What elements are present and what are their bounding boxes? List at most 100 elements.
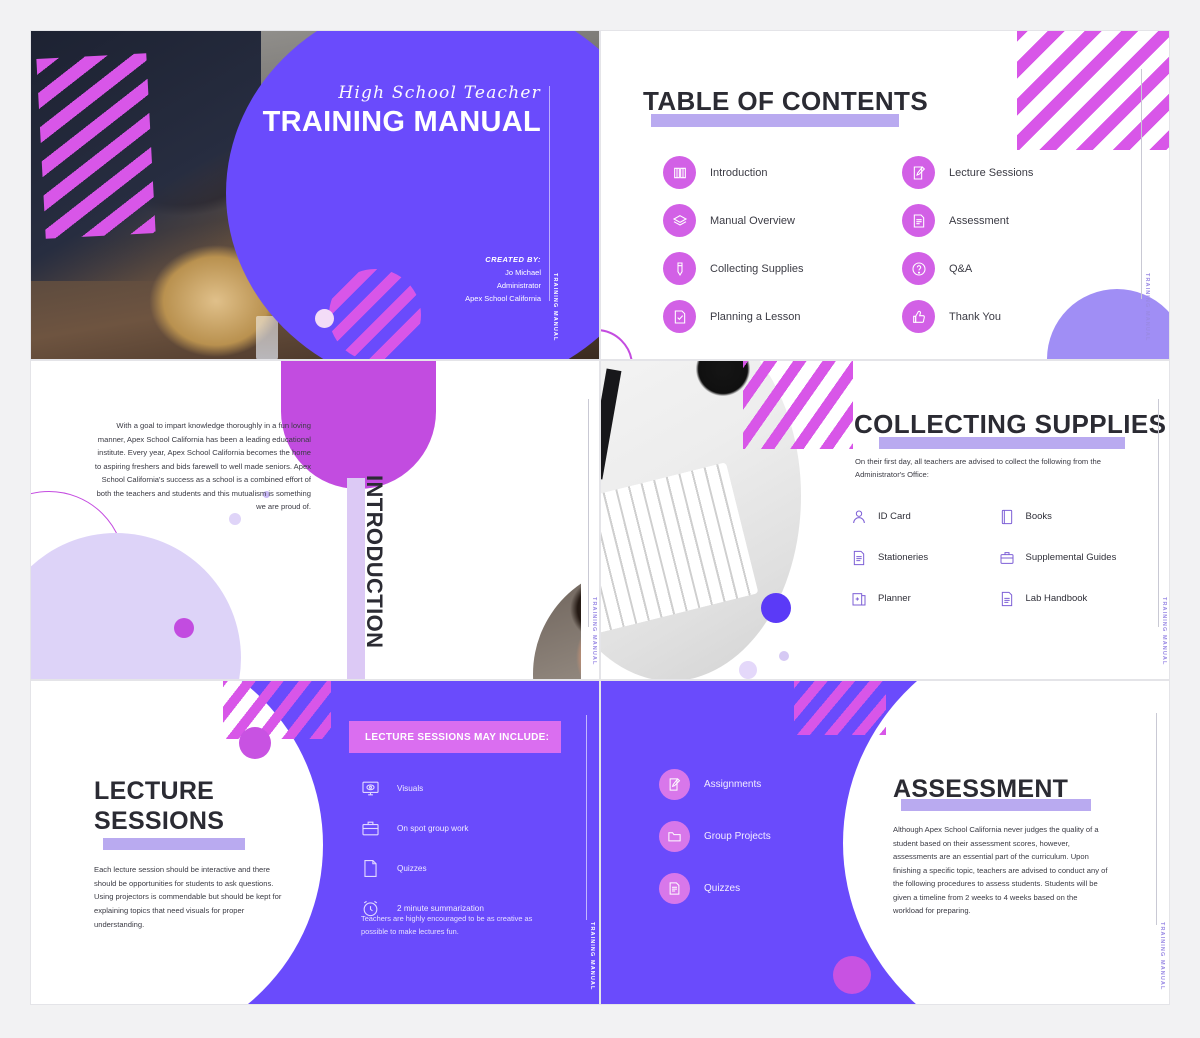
teacher-photo-frame (381, 463, 581, 679)
toc-item-thank-you[interactable]: Thank You (902, 300, 1123, 333)
created-by-label: CREATED BY: (485, 255, 541, 264)
side-label: TRAINING MANUAL (1144, 272, 1150, 341)
magenta-dot-decoration (239, 727, 271, 759)
folder-icon (659, 821, 690, 852)
toc-item-assessment[interactable]: Assessment (902, 204, 1123, 237)
slide-assessment[interactable]: Assignments Group Projects Quizzes ASSES… (600, 680, 1170, 1005)
side-label: TRAINING MANUAL (1159, 921, 1165, 990)
toc-item-introduction[interactable]: Introduction (663, 156, 884, 189)
toc-item-qa[interactable]: Q&A (902, 252, 1123, 285)
pencil-icon (663, 252, 696, 285)
monitor-eye-icon (361, 779, 380, 798)
assessment-item-label: Group Projects (704, 831, 771, 842)
subtitle-script: High School Teacher (338, 83, 541, 103)
slide-title[interactable]: High School Teacher TRAINING MANUAL CREA… (30, 30, 600, 360)
assessment-items-list: Assignments Group Projects Quizzes (659, 769, 771, 904)
glass-object (256, 316, 278, 359)
toc-item-label: Collecting Supplies (710, 262, 804, 275)
lecture-item-quizzes[interactable]: Quizzes (361, 859, 571, 878)
author-role: Administrator (496, 281, 541, 291)
side-label: TRAINING MANUAL (552, 272, 558, 341)
side-label: TRAINING MANUAL (591, 596, 597, 665)
vertical-divider (588, 399, 589, 627)
supply-item-supplemental-guides[interactable]: Supplemental Guides (999, 550, 1137, 569)
toc-item-label: Introduction (710, 166, 768, 179)
magenta-dot-decoration (174, 618, 194, 638)
supply-item-label: Books (1025, 511, 1052, 522)
supply-item-stationeries[interactable]: Stationeries (851, 550, 989, 569)
lecture-item-label: Visuals (397, 784, 424, 793)
pale-dot-decoration (739, 661, 757, 679)
supply-item-id-card[interactable]: ID Card (851, 509, 989, 528)
slide-lecture-sessions[interactable]: LECTURE SESSIONS Each lecture session sh… (30, 680, 600, 1005)
slide-table-of-contents[interactable]: TABLE OF CONTENTS Introduction Lecture S… (600, 30, 1170, 360)
ring-decoration (601, 329, 633, 359)
page-title-line1: LECTURE (94, 777, 215, 805)
briefcase-icon (999, 550, 1015, 569)
toc-item-label: Assessment (949, 214, 1009, 227)
toc-item-lecture-sessions[interactable]: Lecture Sessions (902, 156, 1123, 189)
heading-underline-bar (103, 838, 245, 850)
lecture-item-visuals[interactable]: Visuals (361, 779, 571, 798)
assessment-body-text: Although Apex School California never ju… (893, 825, 1108, 916)
vertical-divider (549, 86, 550, 301)
lecture-item-group-work[interactable]: On spot group work (361, 819, 571, 838)
side-label: TRAINING MANUAL (1161, 596, 1167, 665)
lecture-item-label: On spot group work (397, 824, 469, 833)
vertical-divider (1158, 399, 1159, 627)
document-lines-icon (851, 550, 867, 569)
keyboard-object (601, 462, 759, 655)
toc-item-label: Q&A (949, 262, 973, 275)
lecture-note-text: Teachers are highly encouraged to be as … (361, 914, 533, 936)
page-icon (361, 859, 380, 878)
diagonal-stripes-decoration (794, 681, 886, 735)
book-open-icon (663, 156, 696, 189)
supply-item-lab-handbook[interactable]: Lab Handbook (999, 591, 1137, 610)
lecture-item-label: Quizzes (397, 864, 427, 873)
lecture-item-label: 2 minute summarization (397, 904, 484, 913)
supply-item-label: ID Card (878, 511, 911, 522)
toc-list: Introduction Lecture Sessions Manual Ove… (663, 156, 1123, 333)
toc-item-manual-overview[interactable]: Manual Overview (663, 204, 884, 237)
slide-collecting-supplies[interactable]: COLLECTING SUPPLIES On their first day, … (600, 360, 1170, 680)
handbook-icon (999, 591, 1015, 610)
assessment-item-assignments[interactable]: Assignments (659, 769, 771, 800)
diagonal-stripes-decoration (223, 681, 331, 739)
pale-dot-decoration (315, 309, 334, 328)
layers-icon (663, 204, 696, 237)
assessment-item-quizzes[interactable]: Quizzes (659, 873, 771, 904)
magenta-dot-decoration (833, 956, 871, 994)
planner-plus-icon (851, 591, 867, 610)
book-icon (999, 509, 1015, 528)
subtitle-text: On their first day, all teachers are adv… (855, 457, 1101, 480)
supply-item-label: Stationeries (878, 552, 929, 563)
toc-item-planning-a-lesson[interactable]: Planning a Lesson (663, 300, 884, 333)
assessment-item-group-projects[interactable]: Group Projects (659, 821, 771, 852)
dot-decoration (229, 513, 241, 525)
toc-item-collecting-supplies[interactable]: Collecting Supplies (663, 252, 884, 285)
supply-item-label: Planner (878, 593, 911, 604)
teacher-photo (533, 565, 581, 679)
person-icon (851, 509, 867, 528)
introduction-body-text: With a goal to impart knowledge thorough… (94, 421, 311, 512)
page-title-line2: SESSIONS (94, 806, 225, 835)
question-mark-icon (902, 252, 935, 285)
ruler-object (601, 368, 622, 480)
page-title: COLLECTING SUPPLIES (854, 409, 1167, 439)
supply-item-books[interactable]: Books (999, 509, 1137, 528)
slide-introduction[interactable]: With a goal to impart knowledge thorough… (30, 360, 600, 680)
edit-document-icon (659, 769, 690, 800)
pale-circle-decoration (31, 533, 241, 679)
toc-item-label: Manual Overview (710, 214, 795, 227)
diagonal-stripes-decoration (1017, 31, 1169, 150)
assessment-item-label: Assignments (704, 779, 762, 790)
supply-item-planner[interactable]: Planner (851, 591, 989, 610)
page-title: LECTURE SESSIONS (94, 777, 224, 836)
toc-item-label: Lecture Sessions (949, 166, 1034, 179)
document-lines-icon (659, 873, 690, 904)
assessment-item-label: Quizzes (704, 883, 741, 894)
supply-item-label: Lab Handbook (1025, 593, 1088, 604)
author-organization: Apex School California (465, 294, 541, 304)
vertical-divider (586, 715, 587, 920)
page-title: ASSESSMENT (893, 775, 1069, 803)
